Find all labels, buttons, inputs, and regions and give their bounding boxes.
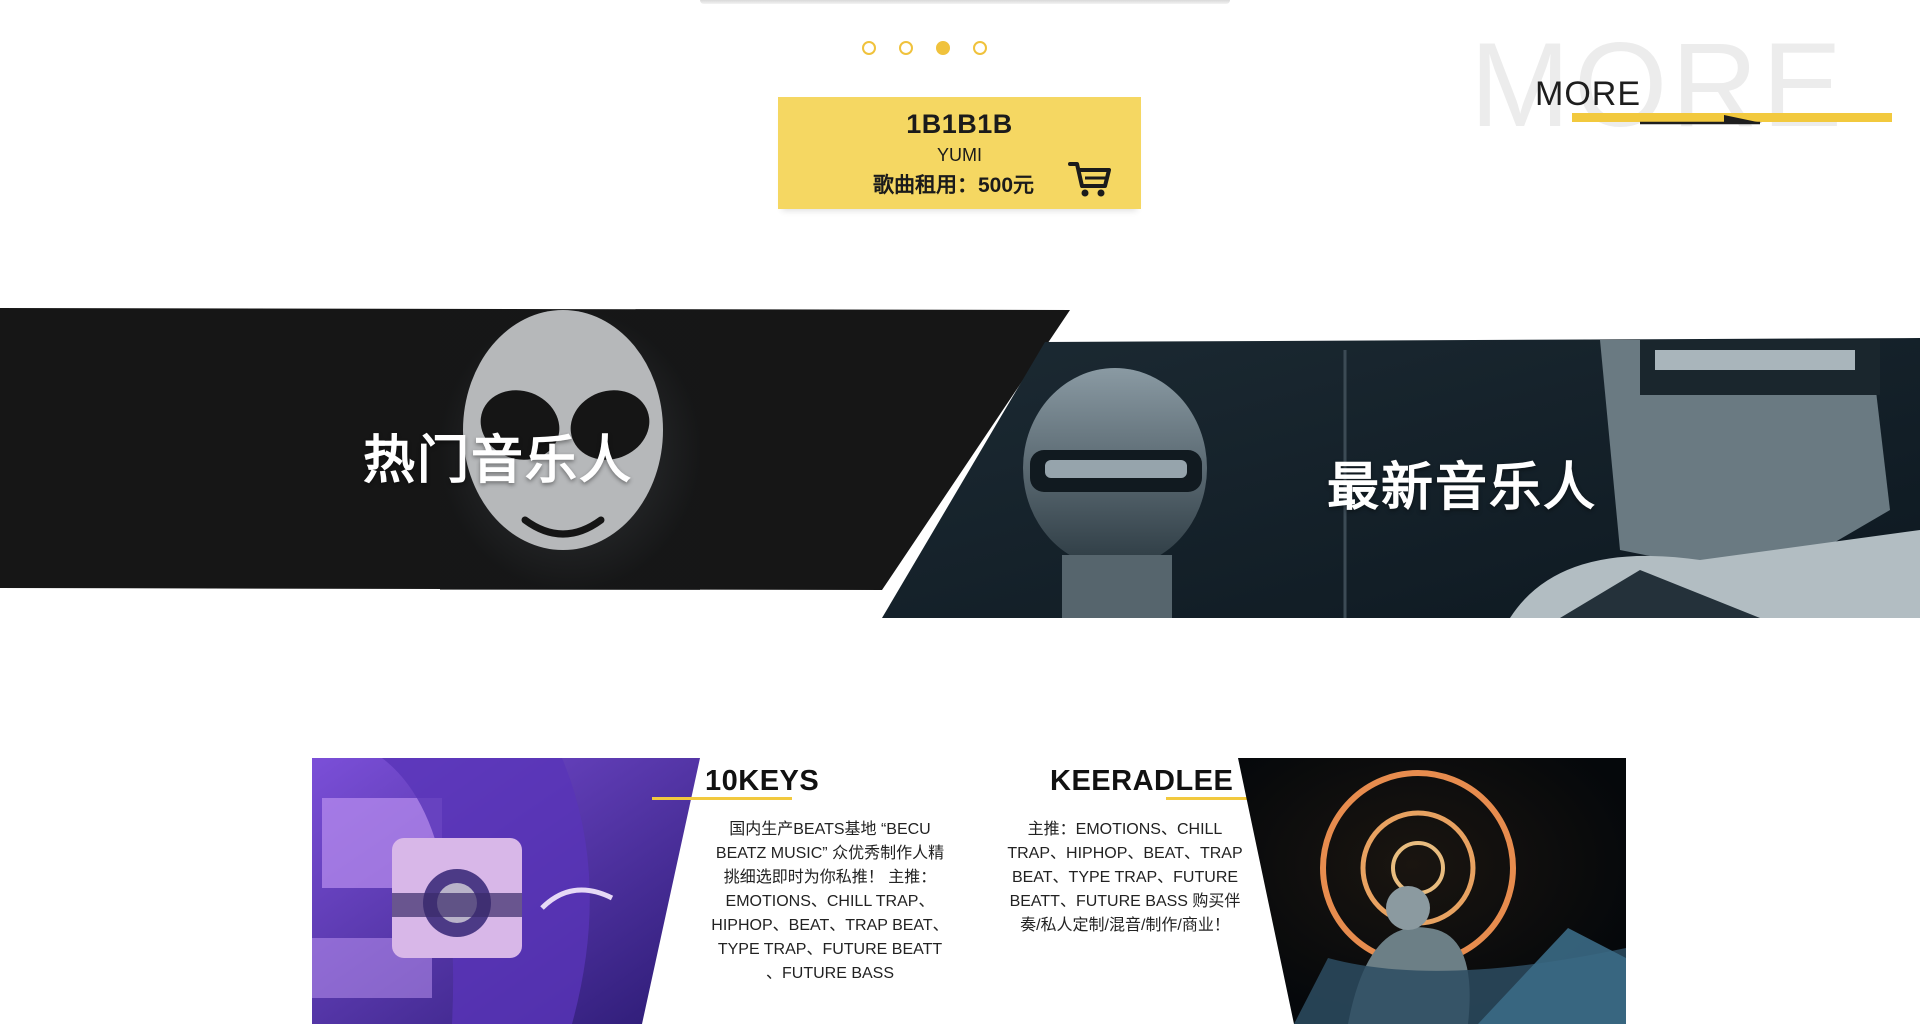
arrow-right-icon: [1640, 115, 1762, 125]
musician-description: 主推：EMOTIONS、CHILL TRAP、HIPHOP、BEAT、TRAP …: [990, 818, 1260, 938]
song-price: 歌曲租用：500元: [873, 174, 1035, 197]
musician-description: 国内生产BEATS基地 “BECU BEATZ MUSIC” 众优秀制作人精 挑…: [690, 818, 970, 986]
new-musicians-label[interactable]: 最新音乐人: [1327, 445, 1597, 520]
banner-graphic: [0, 308, 1920, 618]
description-line: 、FUTURE BASS: [765, 965, 895, 982]
carousel-edge: [700, 0, 1230, 4]
more-link[interactable]: MORE: [1535, 75, 1641, 114]
more-section: MORE MORE: [1470, 25, 1900, 145]
description-line: 主推：EMOTIONS、CHILL: [1027, 821, 1223, 838]
description-line: BEAT、TYPE TRAP、FUTURE: [1011, 869, 1239, 886]
description-line: 挑细选即时为你私推！ 主推：: [723, 869, 937, 886]
musician-photo-10keys[interactable]: [312, 758, 700, 1024]
carousel-dot-3[interactable]: [936, 41, 950, 55]
description-line: BEATT、FUTURE BASS 购买伴: [1009, 893, 1241, 910]
description-line: 奏/私人定制/混音/制作/商业！: [1020, 917, 1230, 934]
carousel-pagination: [862, 41, 987, 55]
song-title: 1B1B1B: [906, 109, 1013, 139]
song-card[interactable]: 1B1B1B YUMI 歌曲租用：500元: [778, 97, 1141, 209]
musician-name[interactable]: KEERADLEE: [1050, 765, 1233, 798]
musician-photo-keeradlee[interactable]: [1238, 758, 1626, 1024]
description-line: BEATZ MUSIC” 众优秀制作人精: [715, 845, 945, 862]
musician-name[interactable]: 10KEYS: [705, 765, 819, 798]
name-underline: [652, 797, 792, 800]
description-line: HIPHOP、BEAT、TRAP BEAT、: [711, 917, 949, 934]
carousel-dot-2[interactable]: [899, 41, 913, 55]
carousel-dot-4[interactable]: [973, 41, 987, 55]
description-line: TYPE TRAP、FUTURE BEATT: [717, 941, 943, 958]
description-line: TRAP、HIPHOP、BEAT、TRAP: [1007, 845, 1243, 862]
carousel-dot-1[interactable]: [862, 41, 876, 55]
description-line: 国内生产BEATS基地 “BECU: [729, 821, 931, 838]
musician-banner: 热门音乐人 最新音乐人: [0, 300, 1920, 640]
hot-musicians-label[interactable]: 热门音乐人: [363, 418, 633, 493]
description-line: EMOTIONS、CHILL TRAP、: [725, 893, 935, 910]
shopping-cart-icon[interactable]: [1068, 159, 1112, 199]
